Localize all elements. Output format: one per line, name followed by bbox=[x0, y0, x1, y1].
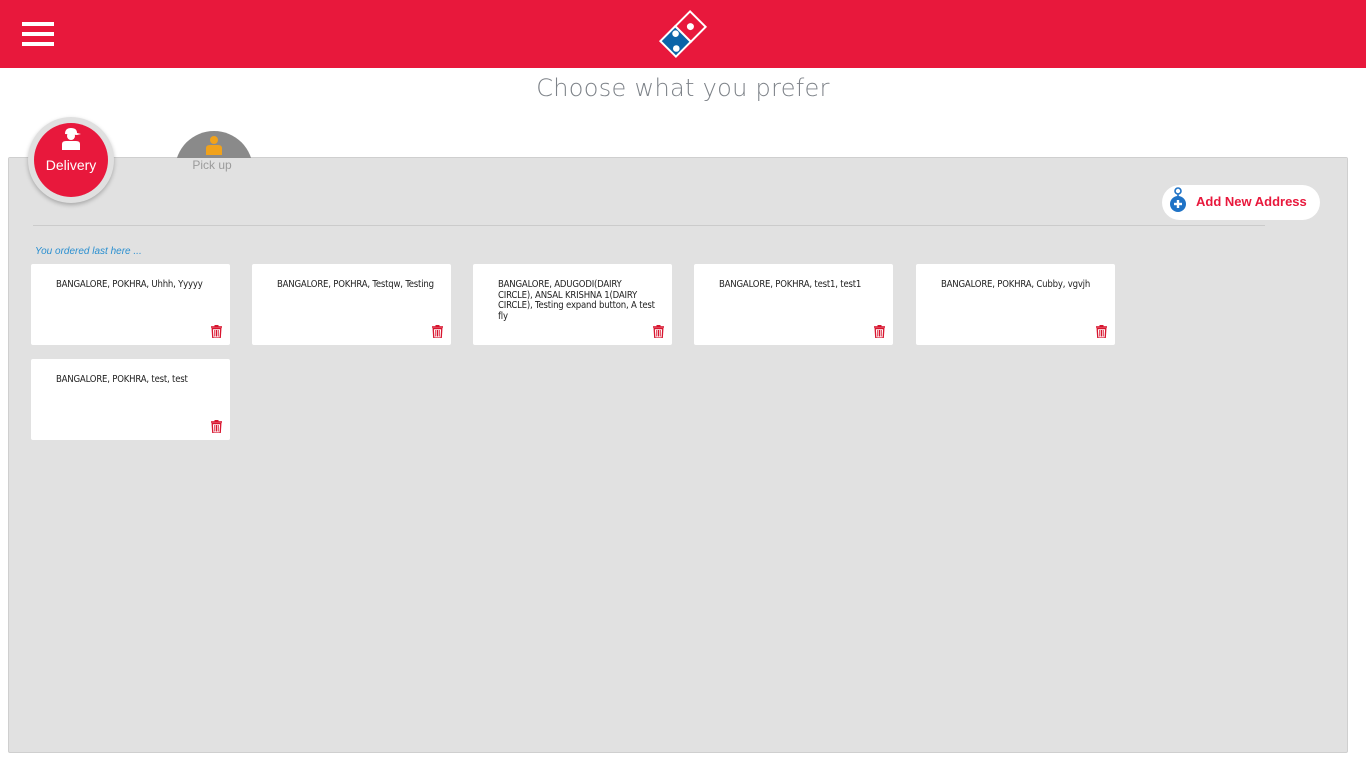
location-plus-icon bbox=[1170, 187, 1186, 212]
trash-icon[interactable] bbox=[432, 325, 443, 338]
address-card[interactable]: BANGALORE, POKHRA, Uhhh, Yyyyy bbox=[31, 264, 230, 345]
trash-icon[interactable] bbox=[874, 325, 885, 338]
address-text: BANGALORE, POKHRA, Cubby, vgvjh bbox=[941, 279, 1091, 290]
menu-line bbox=[22, 22, 54, 26]
tab-pickup-label[interactable]: Pick up bbox=[175, 158, 249, 172]
section-label: You ordered last here ... bbox=[35, 246, 142, 257]
address-text: BANGALORE, POKHRA, test, test bbox=[56, 374, 188, 385]
address-text: BANGALORE, ADUGODI(DAIRY CIRCLE), ANSAL … bbox=[498, 279, 655, 322]
dominos-logo-icon[interactable] bbox=[657, 8, 709, 60]
address-text: BANGALORE, POKHRA, test1, test1 bbox=[719, 279, 862, 290]
tab-delivery-label: Delivery bbox=[45, 157, 97, 173]
page-title: Choose what you prefer bbox=[536, 74, 830, 102]
add-new-address-button[interactable]: Add New Address bbox=[1162, 185, 1320, 220]
trash-icon[interactable] bbox=[211, 325, 222, 338]
address-card[interactable]: BANGALORE, POKHRA, test1, test1 bbox=[694, 264, 893, 345]
add-new-address-label: Add New Address bbox=[1196, 194, 1307, 209]
trash-icon[interactable] bbox=[653, 325, 664, 338]
address-text: BANGALORE, POKHRA, Uhhh, Yyyyy bbox=[56, 279, 203, 290]
divider bbox=[33, 225, 1265, 226]
address-card[interactable]: BANGALORE, ADUGODI(DAIRY CIRCLE), ANSAL … bbox=[473, 264, 672, 345]
hamburger-menu-icon[interactable] bbox=[22, 22, 54, 48]
menu-line bbox=[22, 42, 54, 46]
address-card[interactable]: BANGALORE, POKHRA, Testqw, Testing bbox=[252, 264, 451, 345]
top-bar bbox=[0, 0, 1366, 68]
tab-delivery[interactable]: Delivery bbox=[28, 117, 114, 203]
pickup-person-icon bbox=[206, 136, 222, 155]
menu-line bbox=[22, 32, 54, 36]
address-text: BANGALORE, POKHRA, Testqw, Testing bbox=[277, 279, 434, 290]
address-panel bbox=[8, 157, 1348, 753]
trash-icon[interactable] bbox=[211, 420, 222, 433]
trash-icon[interactable] bbox=[1096, 325, 1107, 338]
address-card[interactable]: BANGALORE, POKHRA, Cubby, vgvjh bbox=[916, 264, 1115, 345]
delivery-person-icon bbox=[62, 128, 81, 150]
address-card[interactable]: BANGALORE, POKHRA, test, test bbox=[31, 359, 230, 440]
